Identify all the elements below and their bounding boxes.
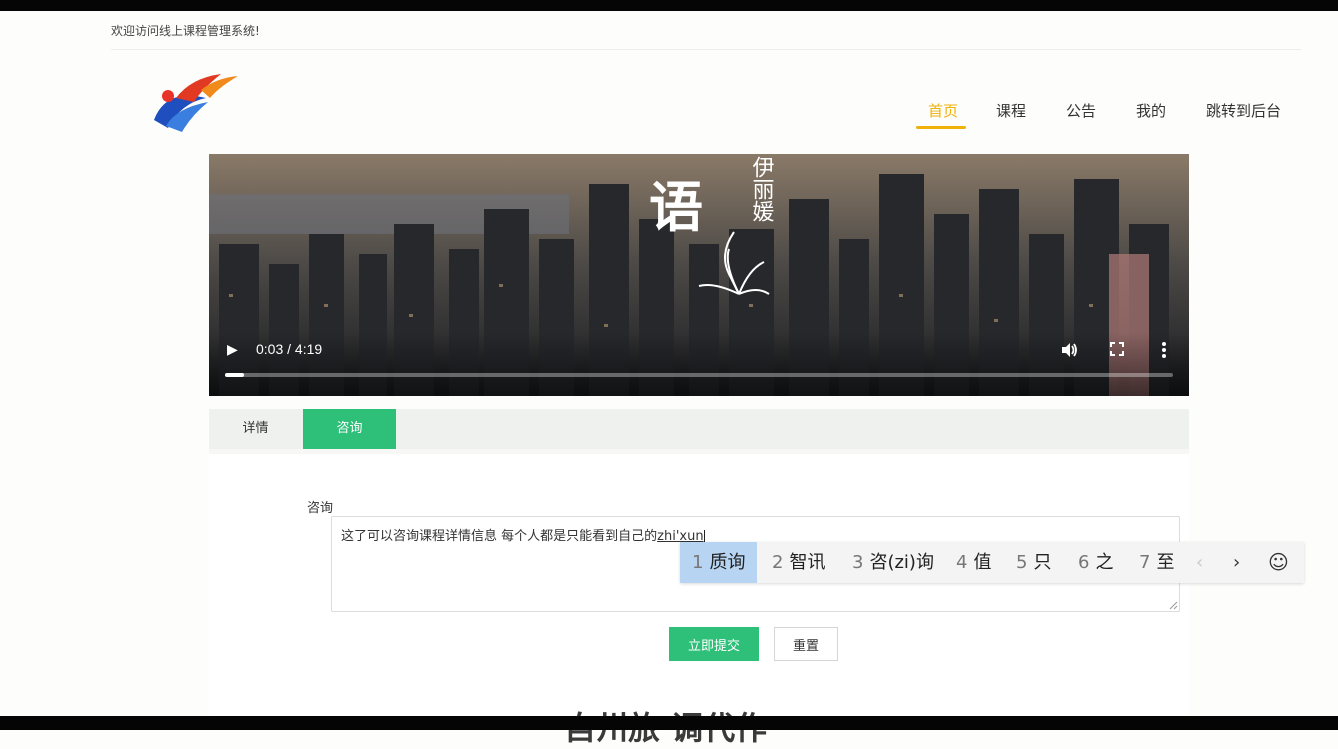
welcome-text: 欢迎访问线上课程管理系统! xyxy=(111,24,260,38)
logo xyxy=(154,74,238,132)
ime-candidate-6[interactable]: 6之 xyxy=(1078,542,1113,583)
volume-icon[interactable] xyxy=(1059,340,1079,360)
nav-admin[interactable]: 跳转到后台 xyxy=(1206,100,1281,121)
video-progress-bar[interactable] xyxy=(225,373,1173,377)
ime-candidate-bar: 1 质询 2 智讯 3 咨(zi)询 4值 5只 6之 7至 ‹ › ☺ xyxy=(680,542,1304,583)
nav-home[interactable]: 首页 xyxy=(928,100,958,121)
ime-candidate-5[interactable]: 5只 xyxy=(1016,542,1051,583)
more-icon[interactable] xyxy=(1159,340,1169,360)
poster-artist: 伊丽媛 xyxy=(749,156,775,222)
ime-prev-icon[interactable]: ‹ xyxy=(1196,542,1203,583)
ime-candidate-2[interactable]: 2 智讯 xyxy=(772,542,825,583)
video-controls: ▶ 0:03 / 4:19 xyxy=(209,332,1189,396)
ime-next-icon[interactable]: › xyxy=(1233,542,1240,583)
consult-label: 咨询 xyxy=(307,501,334,516)
ime-candidate-4[interactable]: 4值 xyxy=(956,542,991,583)
reset-button[interactable]: 重置 xyxy=(774,627,838,661)
nav-active-underline xyxy=(916,126,966,129)
submit-button[interactable]: 立即提交 xyxy=(669,627,759,661)
fullscreen-icon[interactable] xyxy=(1109,341,1125,357)
video-progress-fill xyxy=(225,373,244,377)
poster-title-char: 语 xyxy=(649,175,703,239)
textarea-content: 这了可以咨询课程详情信息 每个人都是只能看到自己的zhi'xun xyxy=(341,525,705,544)
nav-courses[interactable]: 课程 xyxy=(996,100,1026,121)
tab-bar: 详情 咨询 xyxy=(209,409,1189,449)
resize-handle-icon[interactable] xyxy=(1168,600,1178,610)
ime-candidate-1[interactable]: 1 质询 xyxy=(680,542,758,583)
textarea-value: 这了可以咨询课程详情信息 每个人都是只能看到自己的 xyxy=(341,529,658,544)
consult-form: 咨询 这了可以咨询课程详情信息 每个人都是只能看到自己的zhi'xun 立即提交… xyxy=(209,454,1189,747)
top-black-bar xyxy=(0,0,1338,11)
video-time: 0:03 / 4:19 xyxy=(256,341,323,357)
nav-announcements[interactable]: 公告 xyxy=(1066,100,1096,121)
ime-candidate-7[interactable]: 7至 xyxy=(1139,542,1174,583)
ime-candidate-3[interactable]: 3 咨(zi)询 xyxy=(852,542,934,583)
emoji-icon[interactable]: ☺ xyxy=(1268,542,1289,583)
tab-consult[interactable]: 咨询 xyxy=(303,409,396,449)
header-divider xyxy=(111,49,1301,50)
tab-details[interactable]: 详情 xyxy=(209,409,302,449)
video-player[interactable]: 语 伊丽媛 ▶ 0:03 / 4:19 xyxy=(209,154,1189,396)
play-icon[interactable]: ▶ xyxy=(227,342,238,358)
nav-mine[interactable]: 我的 xyxy=(1136,100,1166,121)
bottom-black-bar xyxy=(0,716,1338,730)
